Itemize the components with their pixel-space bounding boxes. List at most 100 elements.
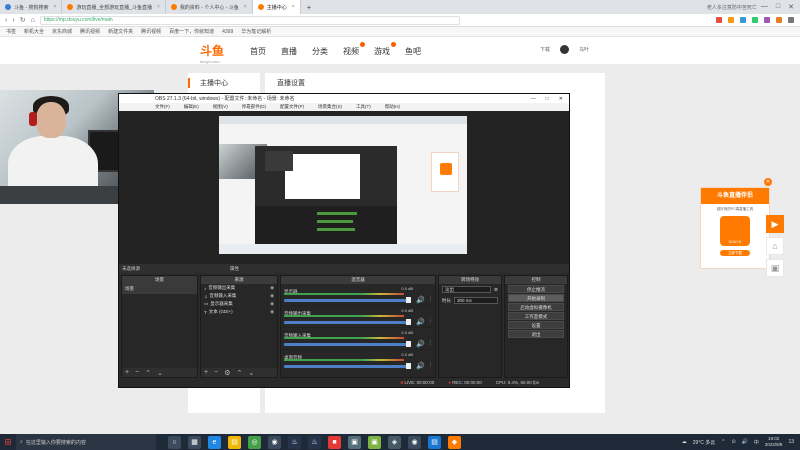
obs-close-button[interactable]: ✕ bbox=[559, 96, 563, 102]
menu-tools[interactable]: 工具(T) bbox=[356, 104, 371, 110]
notification-badge[interactable]: 13 bbox=[788, 439, 794, 445]
promo-card[interactable]: 斗鱼直播伴侣 超好用的PC端直播工具 DOUYU 立即下载 bbox=[700, 187, 770, 269]
douyu-logo[interactable]: 斗鱼 douyu.com bbox=[200, 42, 224, 64]
download-now-button[interactable]: 立即下载 bbox=[720, 250, 750, 256]
steam-icon-2[interactable]: ♨ bbox=[308, 435, 321, 449]
nav-yuba[interactable]: 鱼吧 bbox=[405, 46, 421, 57]
news-ticker[interactable]: 老人多注意防中苦死亡 bbox=[707, 4, 761, 11]
extension-icon[interactable] bbox=[740, 17, 746, 23]
app-icon[interactable]: ▤ bbox=[428, 435, 441, 449]
bookmark-item[interactable]: 新机大全 bbox=[24, 28, 44, 35]
start-recording-button[interactable]: 开始录制 bbox=[508, 294, 564, 302]
settings-button[interactable]: 设置 bbox=[508, 321, 564, 329]
tray-up-icon[interactable]: ⌃ bbox=[721, 439, 725, 445]
source-item[interactable]: ▭ 显示器采集 ◉ bbox=[201, 300, 277, 308]
volume-icon[interactable]: 🔊 bbox=[742, 439, 748, 445]
start-virtual-camera-button[interactable]: 启动虚拟摄像机 bbox=[508, 303, 564, 311]
tab-sogou[interactable]: 斗鱼 - 搜狗搜索 × bbox=[0, 0, 63, 14]
app-icon[interactable]: ▣ bbox=[348, 435, 361, 449]
back-icon[interactable]: ‹ bbox=[5, 17, 7, 24]
remove-icon[interactable]: − bbox=[135, 369, 139, 376]
source-item[interactable]: ♪ 音频输出采集 ◉ bbox=[201, 284, 277, 292]
menu-help[interactable]: 帮助(H) bbox=[385, 104, 400, 110]
tab-close-icon[interactable]: × bbox=[157, 4, 160, 10]
url-field[interactable]: https://mp.douyu.com/live/main bbox=[39, 15, 460, 25]
weather-icon[interactable]: ☁ bbox=[682, 439, 687, 445]
speaker-icon[interactable]: 🔊 bbox=[416, 296, 425, 304]
download-link[interactable]: 下载 bbox=[540, 46, 550, 53]
move-up-icon[interactable]: ⌃ bbox=[236, 369, 242, 377]
speaker-icon[interactable]: 🔊 bbox=[416, 318, 425, 326]
bookmark-item[interactable]: 新建文件夹 bbox=[108, 28, 133, 35]
weather-text[interactable]: 29°C 多云 bbox=[693, 439, 716, 446]
transition-select[interactable]: 淡出 bbox=[442, 286, 491, 293]
refresh-icon[interactable]: ↻ bbox=[20, 16, 26, 24]
obs-preview[interactable] bbox=[119, 111, 569, 264]
menu-edit[interactable]: 编辑(E) bbox=[184, 104, 199, 110]
minimize-button[interactable]: — bbox=[761, 3, 768, 11]
tab-close-icon[interactable]: × bbox=[292, 4, 295, 10]
scene-item[interactable]: 场景 bbox=[122, 284, 197, 294]
gear-icon[interactable]: ⚙ bbox=[494, 287, 498, 293]
avatar[interactable] bbox=[560, 45, 570, 54]
eye-icon[interactable]: ◉ bbox=[270, 309, 274, 315]
extension-icon[interactable] bbox=[716, 17, 722, 23]
source-item[interactable]: T 文本 (GDI+) ◉ bbox=[201, 308, 277, 316]
volume-handle[interactable] bbox=[406, 297, 411, 303]
nav-video[interactable]: 视频 bbox=[343, 42, 365, 57]
bookmark-item[interactable]: 4399 bbox=[222, 29, 233, 35]
app-icon[interactable]: ◈ bbox=[388, 435, 401, 449]
volume-handle[interactable] bbox=[406, 319, 411, 325]
username[interactable]: 马叶 bbox=[579, 46, 589, 53]
nav-game[interactable]: 游戏 bbox=[374, 42, 396, 57]
move-up-icon[interactable]: ⌃ bbox=[145, 369, 151, 377]
clock[interactable]: 19:02 2022/9/8 bbox=[765, 436, 783, 448]
tab-close-icon[interactable]: × bbox=[244, 4, 247, 10]
studio-mode-button[interactable]: 工作室模式 bbox=[508, 312, 564, 320]
volume-slider[interactable] bbox=[284, 343, 409, 346]
remove-icon[interactable]: − bbox=[214, 369, 218, 376]
volume-handle[interactable] bbox=[406, 341, 411, 347]
tab-close-icon[interactable]: × bbox=[53, 4, 56, 10]
gear-icon[interactable]: ⋮ bbox=[428, 340, 433, 346]
close-window-button[interactable]: ✕ bbox=[788, 3, 794, 11]
start-button[interactable]: ⊞ bbox=[0, 434, 16, 450]
home-float-icon[interactable]: ⌂ bbox=[766, 237, 784, 255]
douyu-app-icon[interactable]: ◆ bbox=[448, 435, 461, 449]
obs-maximize-button[interactable]: □ bbox=[546, 96, 549, 102]
bookmark-item[interactable]: 书签 bbox=[6, 28, 16, 35]
task-view-icon[interactable]: ○ bbox=[168, 435, 181, 449]
properties-button[interactable]: 属性 bbox=[230, 266, 239, 272]
maximize-button[interactable]: □ bbox=[776, 3, 780, 11]
add-icon[interactable]: + bbox=[204, 369, 208, 376]
bookmark-item[interactable]: 华为笔记解析 bbox=[241, 28, 271, 35]
eye-icon[interactable]: ◉ bbox=[270, 285, 274, 291]
extension-icon[interactable] bbox=[728, 17, 734, 23]
bookmark-item[interactable]: 百度一下，你就知道 bbox=[169, 28, 214, 35]
nav-home[interactable]: 首页 bbox=[250, 46, 266, 57]
menu-view[interactable]: 视图(V) bbox=[213, 104, 228, 110]
volume-slider[interactable] bbox=[284, 299, 409, 302]
move-down-icon[interactable]: ⌄ bbox=[248, 369, 254, 377]
source-item[interactable]: ♫ 音频输入采集 ◉ bbox=[201, 292, 277, 300]
obs-icon[interactable]: ◉ bbox=[408, 435, 421, 449]
bookmark-item[interactable]: 腾讯视频 bbox=[141, 28, 161, 35]
play-icon[interactable]: ▶ bbox=[766, 215, 784, 233]
extension-icon[interactable] bbox=[776, 17, 782, 23]
nav-category[interactable]: 分类 bbox=[312, 46, 328, 57]
network-icon[interactable]: ⊙ bbox=[731, 439, 735, 445]
gear-icon[interactable]: ⋮ bbox=[428, 296, 433, 302]
move-down-icon[interactable]: ⌄ bbox=[157, 369, 163, 377]
ime-indicator[interactable]: 中 bbox=[754, 439, 759, 446]
sidebar-title[interactable]: 主播中心 bbox=[188, 78, 260, 88]
menu-docks[interactable]: 停靠部件(D) bbox=[242, 104, 266, 110]
app-icon[interactable]: ■ bbox=[328, 435, 341, 449]
volume-handle[interactable] bbox=[406, 363, 411, 369]
speaker-icon[interactable]: 🔊 bbox=[416, 362, 425, 370]
stop-streaming-button[interactable]: 停止推流 bbox=[508, 285, 564, 293]
volume-slider[interactable] bbox=[284, 321, 409, 324]
steam-icon[interactable]: ♨ bbox=[288, 435, 301, 449]
menu-profile[interactable]: 配置文件(P) bbox=[280, 104, 304, 110]
tab-profile[interactable]: 我的资料 - 个人中心 - 斗鱼 × bbox=[166, 0, 253, 14]
file-explorer-icon[interactable]: ▤ bbox=[228, 435, 241, 449]
